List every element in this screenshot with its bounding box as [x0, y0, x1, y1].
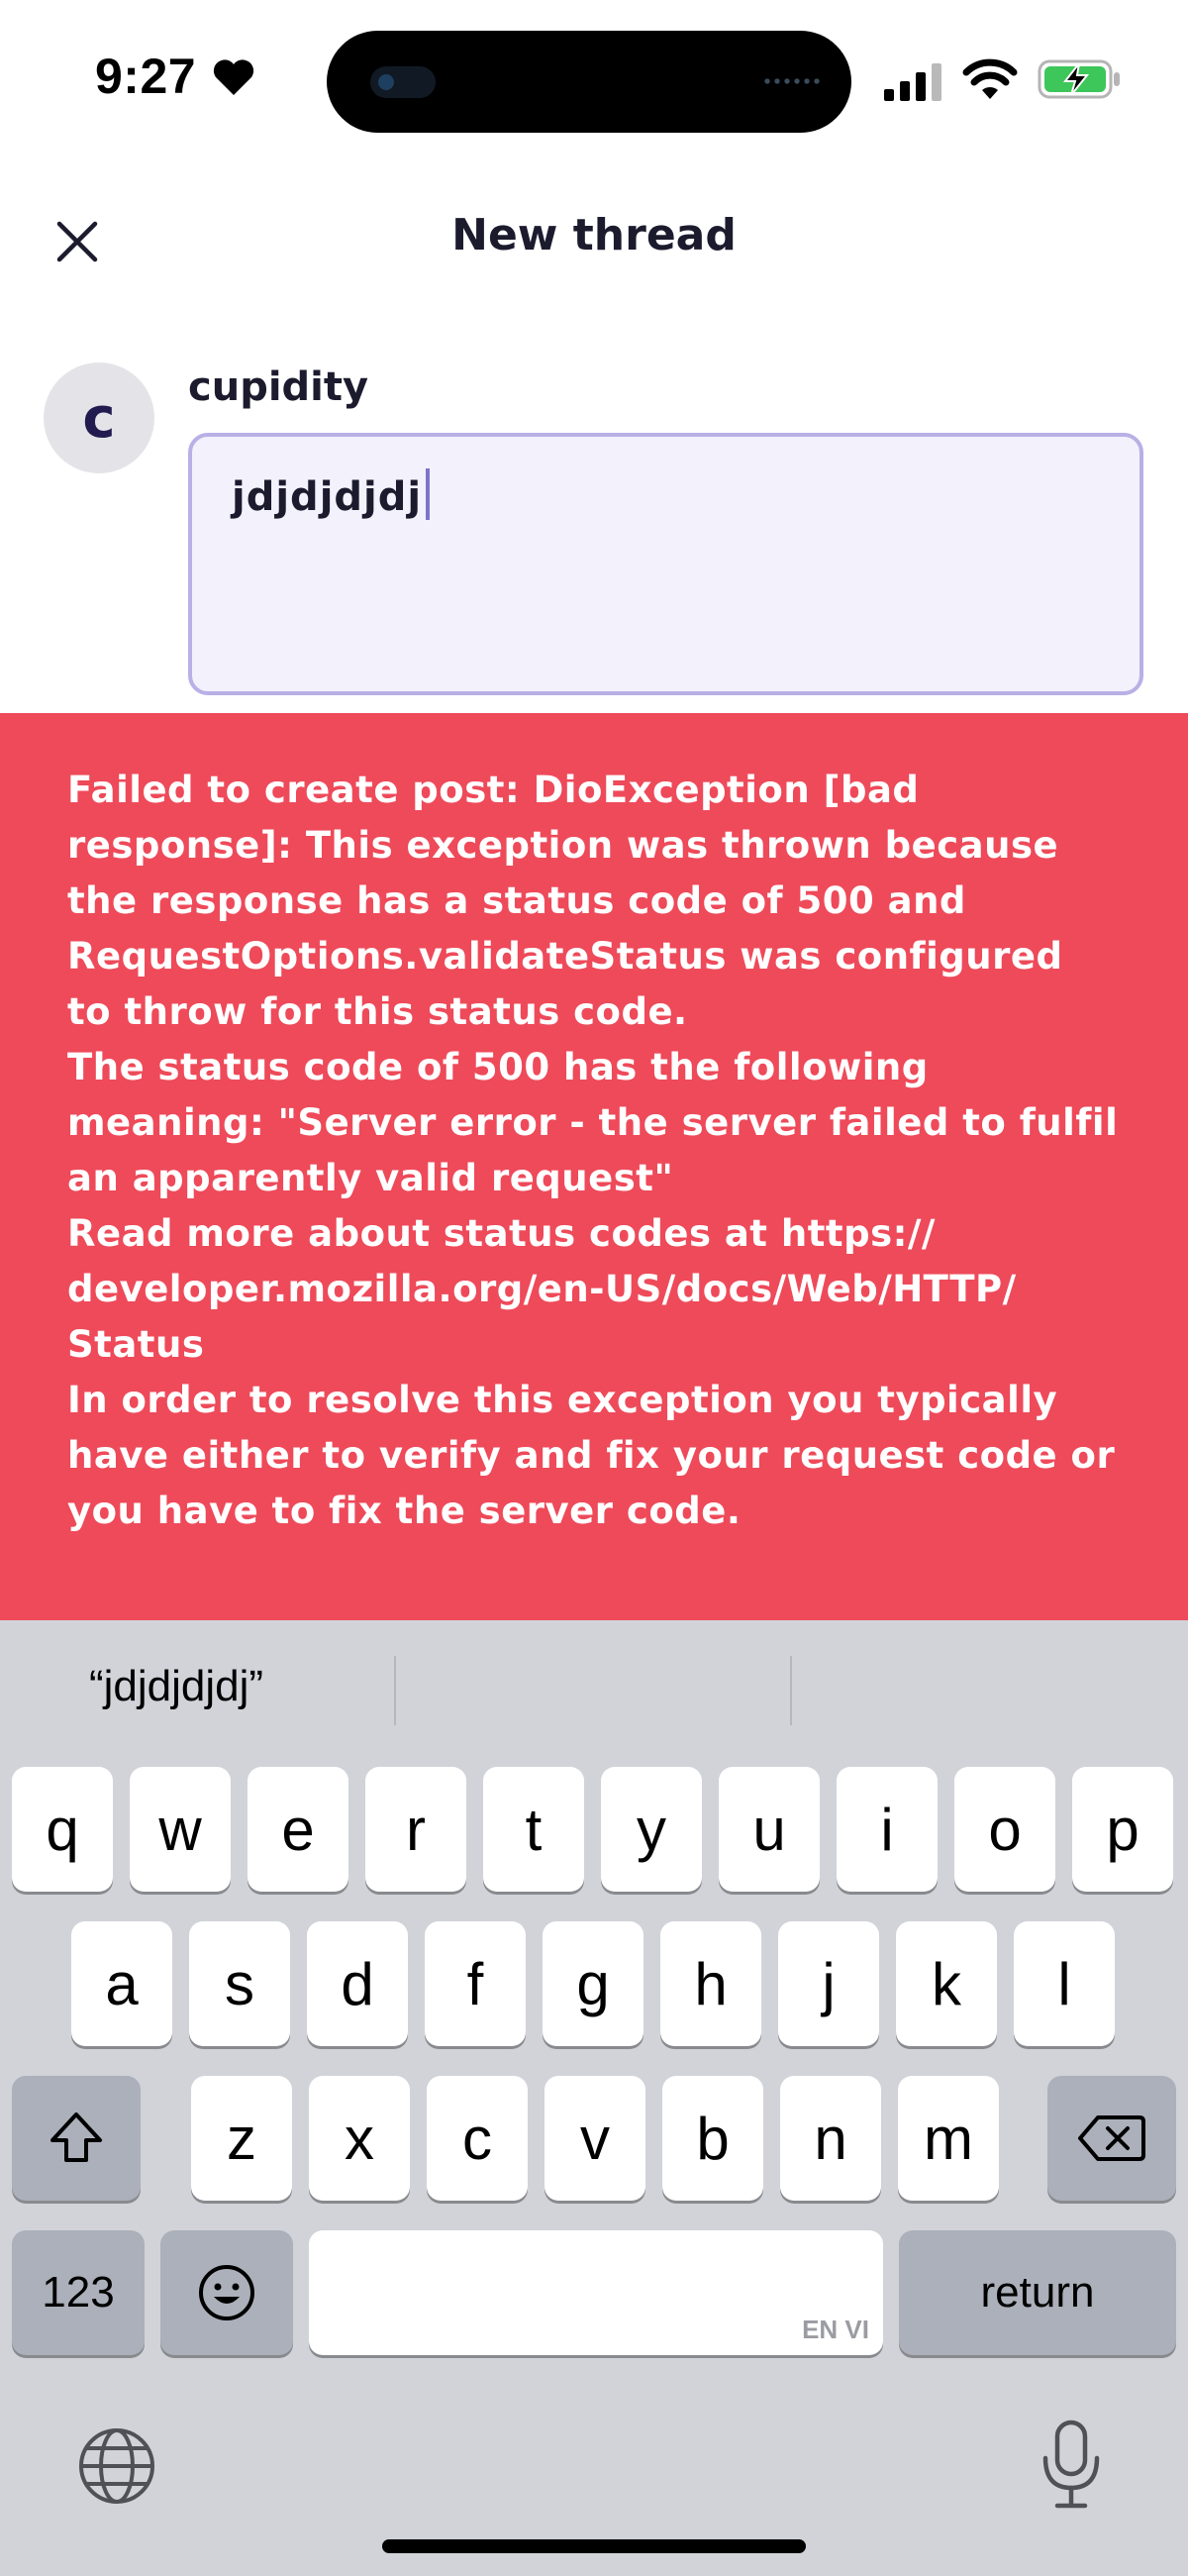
key-g[interactable]: g [543, 1921, 644, 2046]
key-w[interactable]: w [130, 1767, 231, 1892]
key-i[interactable]: i [837, 1767, 938, 1892]
heart-icon [213, 59, 254, 95]
key-f[interactable]: f [425, 1921, 526, 2046]
shift-key[interactable] [12, 2076, 141, 2201]
error-banner: Failed to create post: DioException [bad… [0, 713, 1188, 1620]
key-p[interactable]: p [1072, 1767, 1173, 1892]
battery-charging-icon [1038, 59, 1120, 99]
text-caret [426, 468, 431, 520]
key-s[interactable]: s [189, 1921, 290, 2046]
key-x[interactable]: x [309, 2076, 410, 2201]
space-key[interactable]: EN VI [309, 2230, 883, 2355]
thread-text-value: jdjdjdjdj [232, 474, 423, 520]
keyboard: “jdjdjdjdj” q w e r t y u i o p a s d f … [0, 1620, 1188, 2576]
key-a[interactable]: a [71, 1921, 172, 2046]
dynamic-island [327, 31, 851, 133]
globe-icon[interactable] [75, 2424, 158, 2508]
key-r[interactable]: r [365, 1767, 466, 1892]
suggestion-divider [394, 1656, 396, 1725]
key-y[interactable]: y [601, 1767, 702, 1892]
suggestion-bar: “jdjdjdjdj” [0, 1620, 1188, 1757]
wifi-icon [962, 58, 1018, 99]
numbers-key[interactable]: 123 [12, 2230, 145, 2355]
key-v[interactable]: v [544, 2076, 645, 2201]
suggestion-divider [790, 1656, 792, 1725]
error-message: Failed to create post: DioException [bad… [67, 769, 1119, 1532]
key-q[interactable]: q [12, 1767, 113, 1892]
key-z[interactable]: z [191, 2076, 292, 2201]
key-n[interactable]: n [780, 2076, 881, 2201]
username: cupidity [188, 364, 369, 410]
header: New thread [0, 188, 1188, 297]
suggestion-item[interactable]: “jdjdjdjdj” [89, 1662, 263, 1711]
key-t[interactable]: t [483, 1767, 584, 1892]
thread-text-input[interactable]: jdjdjdjdj [188, 433, 1143, 695]
space-language-tag: EN VI [802, 2315, 869, 2344]
shift-icon [50, 2112, 102, 2162]
avatar: c [44, 362, 154, 473]
emoji-icon [199, 2265, 254, 2320]
status-bar: 9:27 [0, 0, 1188, 158]
status-time: 9:27 [95, 49, 197, 104]
return-key[interactable]: return [899, 2230, 1176, 2355]
emoji-key[interactable] [160, 2230, 293, 2355]
backspace-key[interactable] [1047, 2076, 1176, 2201]
cellular-signal-icon [884, 63, 941, 101]
microphone-icon[interactable] [1040, 2419, 1103, 2510]
key-h[interactable]: h [660, 1921, 761, 2046]
key-d[interactable]: d [307, 1921, 408, 2046]
key-m[interactable]: m [898, 2076, 999, 2201]
backspace-icon [1078, 2115, 1145, 2161]
page-title: New thread [451, 210, 737, 260]
key-c[interactable]: c [427, 2076, 528, 2201]
key-b[interactable]: b [662, 2076, 763, 2201]
key-e[interactable]: e [248, 1767, 348, 1892]
key-u[interactable]: u [719, 1767, 820, 1892]
key-j[interactable]: j [778, 1921, 879, 2046]
home-indicator [382, 2539, 806, 2553]
key-k[interactable]: k [896, 1921, 997, 2046]
key-o[interactable]: o [954, 1767, 1055, 1892]
key-l[interactable]: l [1014, 1921, 1115, 2046]
